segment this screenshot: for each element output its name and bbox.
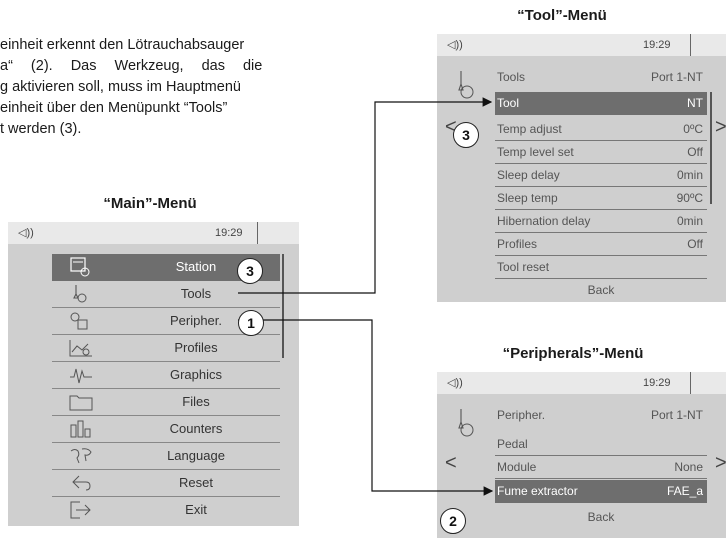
callout-badge-3: 3 (237, 258, 263, 284)
connector-lines (238, 97, 494, 496)
callout-badge-1: 1 (238, 310, 264, 336)
callout-badge-2: 2 (440, 508, 466, 534)
connector-peripherals-to-fume-extractor (238, 319, 494, 496)
callout-badge-3: 3 (453, 122, 479, 148)
